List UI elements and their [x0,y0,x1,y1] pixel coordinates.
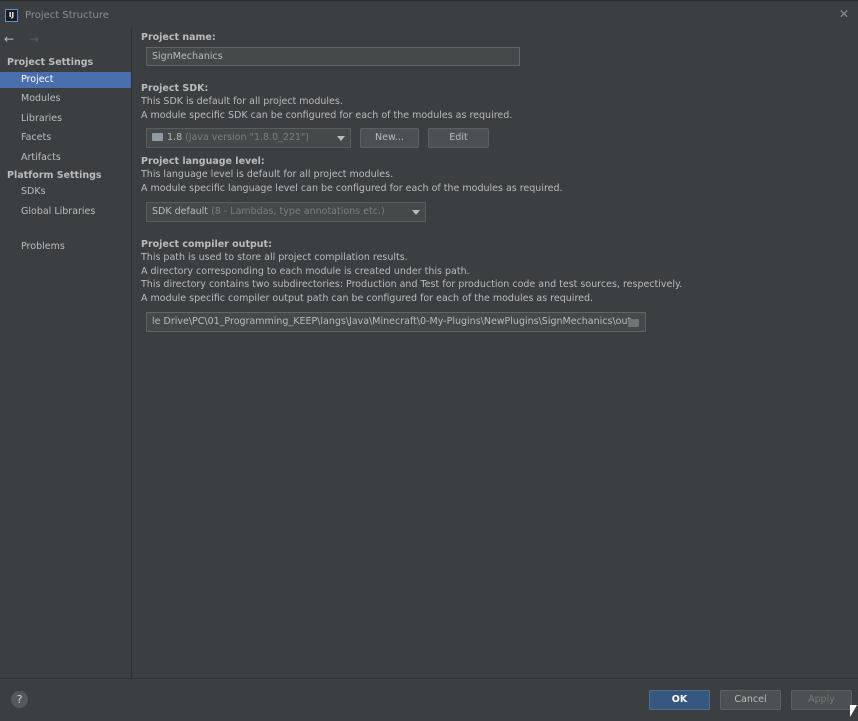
forward-arrow-icon[interactable]: → [29,32,47,46]
ok-button[interactable]: OK [649,690,710,710]
new-sdk-button[interactable]: New... [360,128,419,148]
sidebar-item-modules[interactable]: Modules [0,91,131,107]
sidebar-item-libraries[interactable]: Libraries [0,111,131,127]
language-level-value: SDK default [152,206,209,217]
dialog-footer: ? OK Cancel Apply [0,678,858,721]
edit-sdk-button[interactable]: Edit [428,128,489,148]
sidebar-item-sdks[interactable]: SDKs [0,184,131,200]
compiler-output-path-input[interactable]: le Drive\PC\01_Programming_KEEP\langs\Ja… [146,312,646,332]
chevron-down-icon [337,136,345,141]
mouse-cursor-icon [850,705,857,717]
project-name-input[interactable]: SignMechanics [146,47,520,66]
apply-button[interactable]: Apply [791,690,852,710]
cancel-button[interactable]: Cancel [720,690,781,710]
window-title: Project Structure [25,10,109,21]
project-sdk-desc-1: This SDK is default for all project modu… [141,96,343,107]
sidebar-item-global-libraries[interactable]: Global Libraries [0,204,131,220]
chevron-down-icon [412,210,420,215]
compiler-output-path: le Drive\PC\01_Programming_KEEP\langs\Ja… [152,316,632,327]
compiler-output-label: Project compiler output: [141,239,272,250]
project-sdk-dropdown[interactable]: 1.8 (java version "1.8.0_221") [146,128,351,148]
project-settings-panel: Project name: SignMechanics Project SDK:… [132,28,858,678]
compiler-output-desc-3: This directory contains two subdirectori… [141,279,683,290]
sidebar-item-problems[interactable]: Problems [0,239,131,255]
sidebar-item-artifacts[interactable]: Artifacts [0,150,131,166]
project-sdk-label: Project SDK: [141,83,209,94]
nav-arrows: ← → [4,32,47,46]
language-level-desc-2: A module specific language level can be … [141,183,563,194]
sidebar-item-facets[interactable]: Facets [0,130,131,146]
sdk-folder-icon [152,132,163,141]
help-icon[interactable]: ? [11,691,28,708]
project-settings-header: Project Settings [7,57,94,68]
browse-folder-icon[interactable] [628,319,639,327]
language-level-dropdown[interactable]: SDK default (8 - Lambdas, type annotatio… [146,202,426,222]
intellij-logo-icon: IJ [5,9,18,22]
sdk-version: 1.8 [167,132,183,143]
language-level-desc-1: This language level is default for all p… [141,169,394,180]
platform-settings-header: Platform Settings [7,170,102,181]
sdk-version-detail: (java version "1.8.0_221") [185,132,310,143]
compiler-output-desc-2: A directory corresponding to each module… [141,266,470,277]
title-bar: IJ Project Structure ✕ [0,0,858,29]
close-icon[interactable]: ✕ [839,7,849,21]
back-arrow-icon[interactable]: ← [4,32,22,46]
sidebar-item-project[interactable]: Project [0,72,131,88]
language-level-label: Project language level: [141,156,265,167]
language-level-detail: (8 - Lambdas, type annotations etc.) [211,206,385,217]
sidebar: ← → Project Settings Project Modules Lib… [0,28,132,678]
compiler-output-desc-4: A module specific compiler output path c… [141,293,594,304]
compiler-output-desc-1: This path is used to store all project c… [141,252,408,263]
project-name-label: Project name: [141,32,216,43]
project-sdk-desc-2: A module specific SDK can be configured … [141,110,513,121]
